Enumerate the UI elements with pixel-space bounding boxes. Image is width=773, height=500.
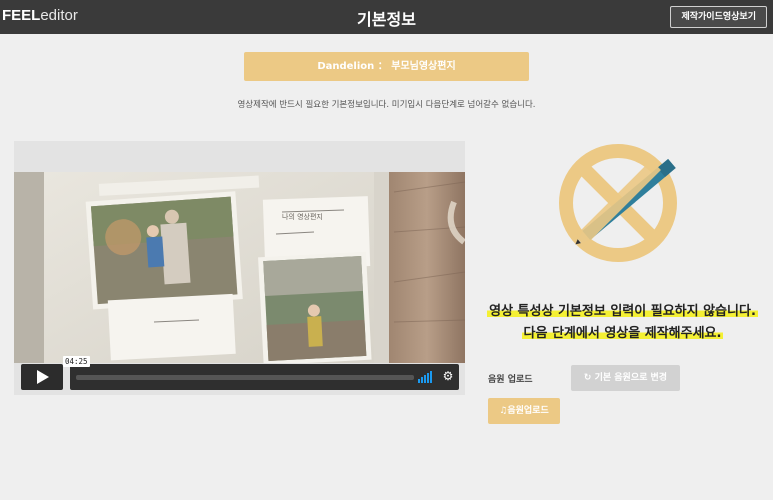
music-upload-label-text: 음원업로드 xyxy=(507,406,549,416)
player-controls: 04:25 ⚙ xyxy=(14,356,465,395)
progress-track[interactable] xyxy=(76,375,414,380)
play-icon xyxy=(37,370,49,384)
top-bar: FEELeditor 기본정보 제작가이드영상보기 xyxy=(0,0,773,34)
info-line-1: 영상 특성상 기본정보 입력이 필요하지 않습니다. xyxy=(487,304,758,319)
video-frame[interactable]: 나의 영상편지 xyxy=(14,172,465,365)
info-line-2: 다음 단계에서 영상을 제작해주세요. xyxy=(521,326,724,341)
reset-music-button[interactable]: ↻ 기본 음원으로 변경 xyxy=(571,365,680,391)
info-message-2: 다음 단계에서 영상을 제작해주세요. xyxy=(472,322,773,341)
timeline[interactable]: 04:25 ⚙ xyxy=(63,356,459,390)
product-title-bar: Dandelion ： 부모님영상편지 xyxy=(244,52,529,81)
reset-music-label: 기본 음원으로 변경 xyxy=(594,373,668,383)
svg-text:나의 영상편지: 나의 영상편지 xyxy=(282,212,323,221)
video-player: 나의 영상편지 04:25 ⚙ xyxy=(14,141,465,395)
music-upload-label: 음원 업로드 xyxy=(488,375,533,385)
gear-icon[interactable]: ⚙ xyxy=(441,369,455,383)
refresh-icon: ↻ xyxy=(583,373,592,383)
volume-icon[interactable] xyxy=(418,370,436,384)
play-button[interactable] xyxy=(21,364,63,390)
music-upload-button[interactable]: ♫음원업로드 xyxy=(488,398,560,424)
page-title: 기본정보 xyxy=(357,10,416,29)
notice-text: 영상제작에 반드시 필요한 기본정보입니다. 미기입시 다음단계로 넘어갈수 없… xyxy=(237,100,536,110)
no-input-icon xyxy=(559,144,677,262)
video-thumbnail: 나의 영상편지 xyxy=(14,172,465,365)
guide-video-button[interactable]: 제작가이드영상보기 xyxy=(670,6,767,28)
time-tooltip: 04:25 xyxy=(63,356,90,367)
info-message-1: 영상 특성상 기본정보 입력이 필요하지 않습니다. xyxy=(472,300,773,319)
